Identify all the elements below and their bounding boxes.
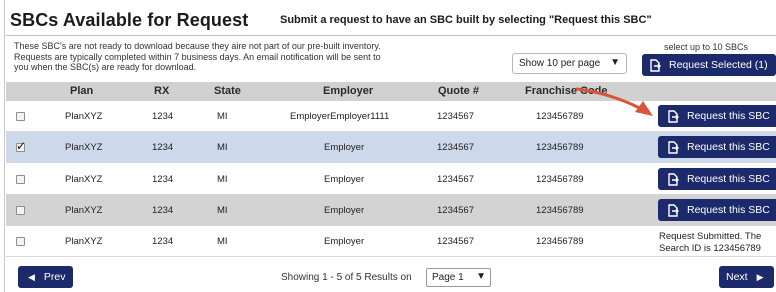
cell-plan: PlanXYZ	[65, 205, 103, 216]
cell-quote: 1234567	[437, 142, 474, 153]
cell-franchise-code: 123456789	[536, 236, 584, 247]
table-row: PlanXYZ 1234 MI Employer 1234567 1234567…	[6, 132, 776, 163]
cell-franchise-code: 123456789	[536, 205, 584, 216]
cell-rx: 1234	[152, 142, 174, 153]
request-sbc-label: Request this SBC	[687, 204, 770, 216]
cell-quote: 1234567	[437, 205, 474, 216]
info-line-1: These SBC's are not ready to download be…	[14, 41, 381, 51]
request-selected-label: Request Selected (1)	[669, 59, 768, 71]
chevron-down-icon: ▼	[610, 57, 620, 68]
triangle-left-icon: ◀	[28, 271, 35, 282]
chevron-down-icon: ▼	[476, 271, 486, 282]
document-request-icon	[668, 140, 679, 154]
pointer-arrow-icon	[575, 87, 653, 116]
info-text: These SBC's are not ready to download be…	[14, 41, 464, 73]
info-line-3: you when the SBC(s) are ready for downlo…	[14, 62, 197, 72]
cell-plan: PlanXYZ	[65, 142, 103, 153]
row-checkbox[interactable]	[16, 206, 25, 215]
triangle-right-icon: ▶	[756, 271, 764, 282]
per-page-value: Show 10 per page	[519, 58, 601, 69]
document-request-icon	[668, 172, 679, 186]
status-line-2: Search ID is 123456789	[659, 242, 761, 254]
request-sbc-button[interactable]: Request this SBC	[658, 136, 776, 158]
cell-employer: Employer	[324, 174, 365, 185]
cell-employer: Employer	[324, 236, 365, 247]
document-request-icon	[668, 109, 679, 123]
cell-state: MI	[217, 111, 228, 122]
request-sbc-button[interactable]: Request this SBC	[658, 105, 776, 127]
prev-button[interactable]: ◀ Prev	[18, 266, 73, 288]
per-page-select[interactable]: Show 10 per page ▼	[512, 53, 627, 74]
col-header-rx: RX	[154, 85, 170, 97]
row-checkbox[interactable]	[16, 175, 25, 184]
cell-franchise-code: 123456789	[536, 174, 584, 185]
next-button[interactable]: Next ▶	[719, 266, 774, 288]
table-header: Plan RX State Employer Quote # Franchise…	[6, 82, 776, 101]
cell-state: MI	[217, 174, 228, 185]
cell-franchise-code: 123456789	[536, 142, 584, 153]
status-line-1: Request Submitted. The	[659, 231, 762, 242]
info-line-2: Requests are typically completed within …	[14, 51, 381, 62]
page-subtitle: Submit a request to have an SBC built by…	[280, 14, 652, 26]
page-select-value: Page 1	[432, 272, 464, 283]
cell-rx: 1234	[152, 236, 174, 247]
row-checkbox[interactable]	[16, 112, 25, 121]
select-hint: select up to 10 SBCs	[664, 42, 749, 52]
request-sbc-label: Request this SBC	[687, 141, 770, 153]
page-title: SBCs Available for Request	[10, 10, 249, 30]
results-summary: Showing 1 - 5 of 5 Results on	[281, 272, 412, 283]
cell-plan: PlanXYZ	[65, 174, 103, 185]
col-header-plan: Plan	[70, 85, 94, 97]
next-label: Next	[726, 271, 748, 283]
col-header-employer: Employer	[323, 85, 374, 97]
row-checkbox[interactable]	[16, 237, 25, 246]
prev-label: Prev	[43, 271, 66, 283]
request-sbc-label: Request this SBC	[687, 173, 770, 185]
document-request-icon	[668, 203, 679, 217]
request-sbc-label: Request this SBC	[687, 110, 770, 122]
col-header-quote: Quote #	[438, 85, 479, 97]
cell-quote: 1234567	[437, 236, 474, 247]
title-divider	[6, 35, 776, 36]
cell-employer: Employer	[324, 142, 365, 153]
document-request-icon	[650, 58, 661, 72]
cell-rx: 1234	[152, 205, 174, 216]
table-row: PlanXYZ 1234 MI Employer 1234567 1234567…	[6, 226, 776, 257]
cell-plan: PlanXYZ	[65, 236, 103, 247]
cell-plan: PlanXYZ	[65, 111, 103, 122]
cell-quote: 1234567	[437, 174, 474, 185]
cell-rx: 1234	[152, 174, 174, 185]
cell-rx: 1234	[152, 111, 174, 122]
page-select[interactable]: Page 1 ▼	[426, 268, 491, 287]
cell-quote: 1234567	[437, 111, 474, 122]
cell-state: MI	[217, 205, 228, 216]
request-sbc-button[interactable]: Request this SBC	[658, 199, 776, 221]
row-checkbox[interactable]	[16, 139, 26, 153]
request-submitted-status: Request Submitted. The Search ID is 1234…	[659, 231, 761, 254]
cell-employer: Employer	[324, 205, 365, 216]
table-row: PlanXYZ 1234 MI Employer 1234567 1234567…	[6, 164, 776, 195]
table-row: PlanXYZ 1234 MI Employer 1234567 1234567…	[6, 195, 776, 226]
request-sbc-button[interactable]: Request this SBC	[658, 168, 776, 190]
table-row: PlanXYZ 1234 MI EmployerEmployer1111 123…	[6, 101, 776, 132]
cell-state: MI	[217, 142, 228, 153]
request-selected-button[interactable]: Request Selected (1)	[642, 54, 776, 76]
cell-employer: EmployerEmployer1111	[290, 111, 390, 122]
cell-state: MI	[217, 236, 228, 247]
col-header-state: State	[214, 85, 241, 97]
